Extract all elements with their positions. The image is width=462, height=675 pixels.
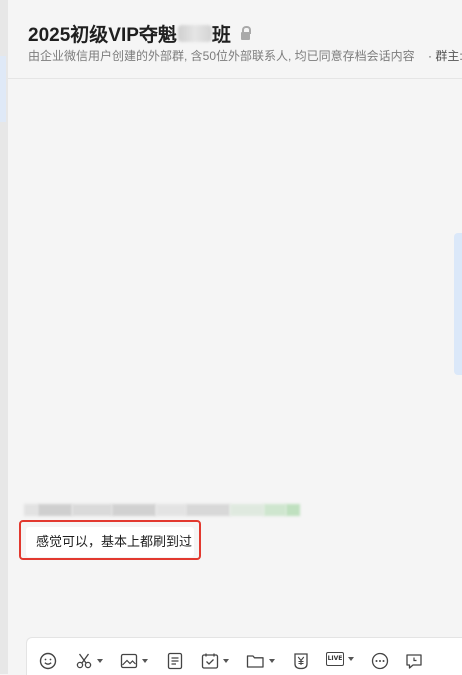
chat-subtitle: 由企业微信用户创建的外部群, 含50位外部联系人, 均已同意存档会话内容 · 群… [28,47,462,64]
screenshot-scissors-icon[interactable] [75,652,103,670]
redacted-sender-name [24,504,300,516]
compose-toolbar: LIVE [26,637,462,675]
payment-yen-icon[interactable] [292,652,310,670]
chat-record-icon[interactable] [405,652,423,670]
chat-title[interactable]: 2025初级VIP夺魁 班 [28,20,251,46]
scrollbar[interactable] [454,233,462,375]
left-panel-edge [0,0,8,674]
live-label: LIVE [326,652,344,666]
lock-icon [240,26,251,40]
left-selection-indicator [0,56,6,122]
chevron-down-icon[interactable] [97,659,103,663]
emoji-icon[interactable] [39,652,57,670]
chevron-down-icon[interactable] [348,657,354,661]
chat-header: 2025初级VIP夺魁 班 由企业微信用户创建的外部群, 含50位外部联系人, … [8,0,462,79]
chat-subtitle-text: 由企业微信用户创建的外部群, 含50位外部联系人, 均已同意存档会话内容 [28,49,415,63]
chevron-down-icon[interactable] [223,659,229,663]
chat-title-prefix: 2025初级VIP夺魁 [28,24,177,46]
folder-icon[interactable] [246,652,275,670]
image-icon[interactable] [120,652,148,670]
chat-title-suffix: 班 [211,24,231,46]
document-icon[interactable] [166,652,184,670]
highlight-annotation [19,520,201,560]
redacted-title-segment [177,24,212,42]
todo-icon[interactable] [201,652,229,670]
chevron-down-icon[interactable] [269,659,275,663]
chevron-down-icon[interactable] [142,659,148,663]
live-icon[interactable]: LIVE [326,652,354,666]
group-owner-label[interactable]: · 群主: [428,49,462,63]
more-icon[interactable] [371,652,389,670]
